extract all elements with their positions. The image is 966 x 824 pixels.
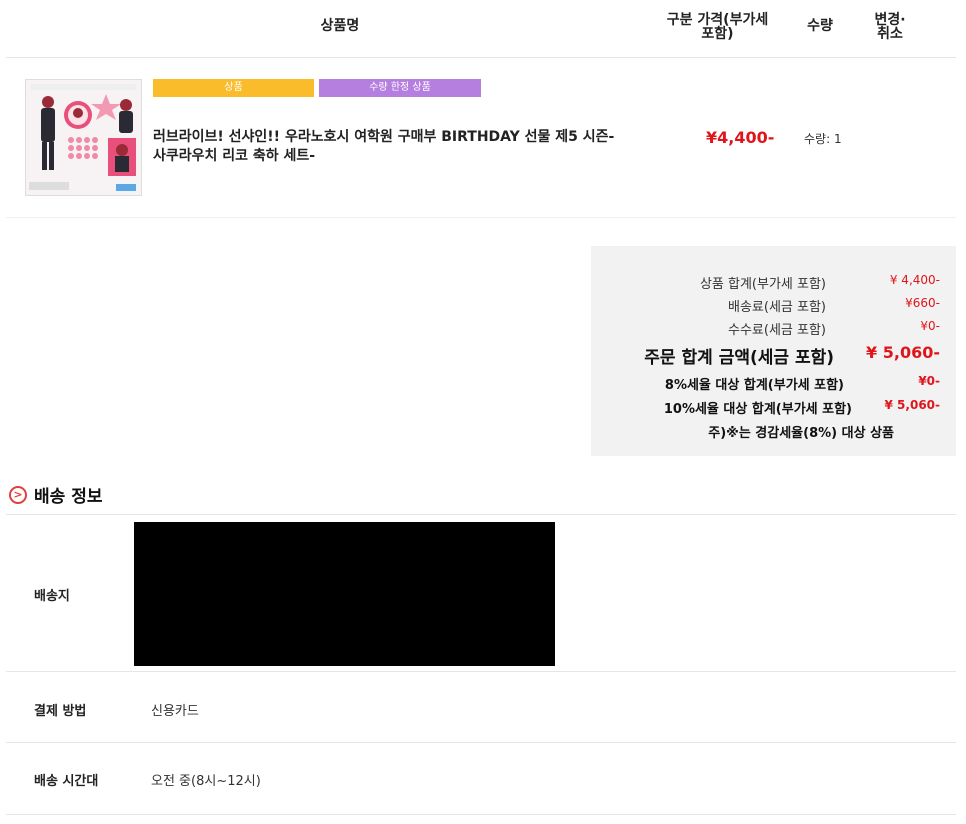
payment-divider xyxy=(6,742,956,743)
column-header-product-name: 상품명 xyxy=(320,18,360,34)
summary-shipping-value: ¥660- xyxy=(905,296,940,310)
chevron-right-circle-icon: > xyxy=(9,485,27,504)
column-header-change-line2: 취소 xyxy=(877,26,903,42)
time-divider xyxy=(6,814,956,815)
summary-fee-label: 수수료(세금 포함) xyxy=(728,323,826,338)
summary-tax8-value: ¥0- xyxy=(918,374,940,388)
delivery-time-label: 배송 시간대 xyxy=(34,774,99,789)
column-header-quantity: 수량 xyxy=(807,18,833,34)
summary-tax10-value: ¥ 5,060- xyxy=(884,398,940,412)
delivery-time-value: 오전 중(8시~12시) xyxy=(151,774,261,789)
payment-method-label: 결제 방법 xyxy=(34,704,87,719)
product-title[interactable]: 러브라이브! 선샤인!! 우라노호시 여학원 구매부 BIRTHDAY 선물 제… xyxy=(153,128,663,166)
shipping-section-title: > 배송 정보 xyxy=(9,482,102,507)
column-header-change-cancel: 변경· 취소 xyxy=(865,13,915,41)
summary-total-label: 주문 합계 금액(세금 포함) xyxy=(644,348,834,368)
badge-product: 상품 xyxy=(153,79,314,97)
product-title-line2: 사쿠라우치 리코 축하 세트- xyxy=(153,148,316,164)
column-header-price-line1: 구분 가격(부가세 xyxy=(666,12,769,28)
summary-fee-value: ¥0- xyxy=(920,319,940,333)
section-divider xyxy=(6,514,956,515)
item-divider xyxy=(6,217,956,218)
address-divider xyxy=(6,671,956,672)
product-image xyxy=(26,80,141,195)
order-summary: 상품 합계(부가세 포함) ¥ 4,400- 배송료(세금 포함) ¥660- … xyxy=(591,246,956,456)
item-quantity: 수량: 1 xyxy=(804,132,842,146)
shipping-section-title-text: 배송 정보 xyxy=(34,487,103,507)
redacted-address xyxy=(134,522,555,666)
summary-note: 주)※는 경감세율(8%) 대상 상품 xyxy=(708,426,894,441)
summary-subtotal-label: 상품 합계(부가세 포함) xyxy=(699,277,826,292)
summary-tax10-label: 10%세율 대상 합계(부가세 포함) xyxy=(663,402,852,417)
column-header-price: 구분 가격(부가세 포함) xyxy=(655,13,780,41)
payment-method-value: 신용카드 xyxy=(151,704,199,719)
header-divider xyxy=(6,57,956,58)
summary-tax8-label: 8%세율 대상 합계(부가세 포함) xyxy=(664,378,844,393)
product-thumbnail[interactable] xyxy=(25,79,142,196)
badge-limited-quantity: 수량 한정 상품 xyxy=(319,79,481,97)
item-price: ¥4,400- xyxy=(706,128,775,147)
summary-subtotal-value: ¥ 4,400- xyxy=(889,273,940,287)
column-header-price-line2: 포함) xyxy=(701,26,734,42)
summary-shipping-label: 배송료(세금 포함) xyxy=(728,300,826,315)
shipping-address-label: 배송지 xyxy=(34,589,70,604)
product-title-line1: 러브라이브! 선샤인!! 우라노호시 여학원 구매부 BIRTHDAY 선물 제… xyxy=(153,129,615,145)
column-header-change-line1: 변경· xyxy=(874,12,906,28)
summary-total-value: ¥ 5,060- xyxy=(866,343,940,362)
